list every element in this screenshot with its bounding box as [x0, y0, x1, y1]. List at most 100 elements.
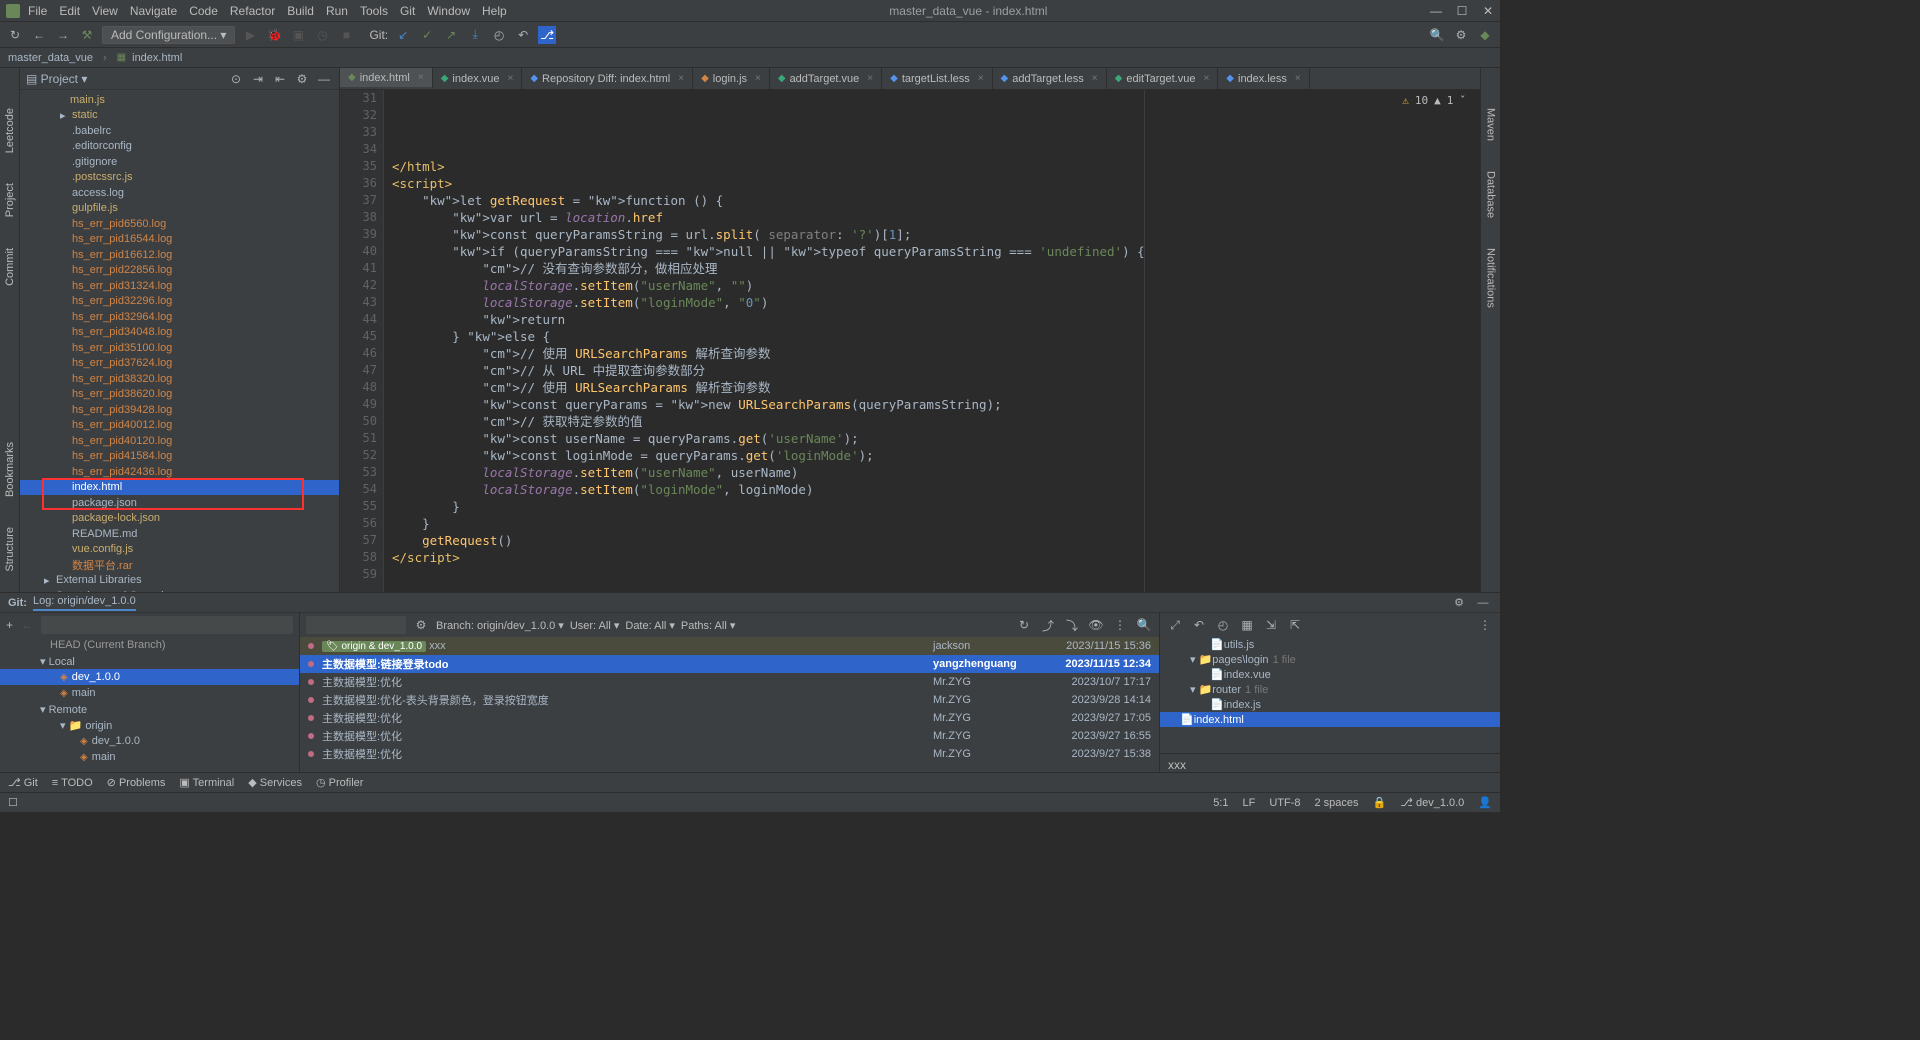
branch-group[interactable]: ▾ Remote: [0, 701, 299, 717]
tree-item[interactable]: index.html: [20, 480, 339, 496]
editor-tab[interactable]: ◆editTarget.vue×: [1107, 68, 1219, 89]
tree-item[interactable]: .postcssrc.js: [20, 170, 339, 186]
head-branch[interactable]: HEAD (Current Branch): [0, 637, 299, 653]
status-branch[interactable]: ⎇ dev_1.0.0: [1400, 796, 1464, 809]
locate-icon[interactable]: ⊙: [227, 70, 245, 88]
branch-group[interactable]: ▾ Local: [0, 653, 299, 669]
ide-icon[interactable]: ◆: [1476, 26, 1494, 44]
branch-item[interactable]: ◈ main: [0, 685, 299, 701]
commit-row[interactable]: 🏷 origin & dev_1.0.0 xxxjackson2023/11/1…: [300, 637, 1159, 655]
changed-file[interactable]: ▾ 📁 router 1 file: [1160, 682, 1500, 697]
menu-git[interactable]: Git: [400, 4, 415, 18]
menu-view[interactable]: View: [92, 4, 118, 18]
tool-maven[interactable]: Maven: [1485, 108, 1497, 141]
settings-icon[interactable]: ⚙: [1452, 26, 1470, 44]
tool-bookmarks[interactable]: Bookmarks: [4, 442, 16, 497]
close-icon[interactable]: ✕: [1482, 4, 1494, 18]
git-log-tab[interactable]: Log: origin/dev_1.0.0: [33, 595, 136, 611]
run-config-dropdown[interactable]: Add Configuration... ▾: [102, 26, 235, 44]
tree-item[interactable]: ▸ External Libraries: [20, 573, 339, 589]
tree-item[interactable]: hs_err_pid40120.log: [20, 433, 339, 449]
branch-item[interactable]: ◈ dev_1.0.0: [0, 733, 299, 749]
commit-list[interactable]: 🏷 origin & dev_1.0.0 xxxjackson2023/11/1…: [300, 637, 1159, 772]
commit-filter-icon[interactable]: ⚙: [412, 616, 430, 634]
history-file-icon[interactable]: ◴: [1214, 616, 1232, 634]
tree-item[interactable]: hs_err_pid34048.log: [20, 325, 339, 341]
tool-leetcode[interactable]: Leetcode: [4, 108, 16, 153]
menu-navigate[interactable]: Navigate: [130, 4, 177, 18]
menu-refactor[interactable]: Refactor: [230, 4, 275, 18]
editor-tab[interactable]: ◆addTarget.vue×: [770, 68, 882, 89]
tree-item[interactable]: hs_err_pid32964.log: [20, 309, 339, 325]
back-icon[interactable]: ←: [30, 26, 48, 44]
commit-row[interactable]: 主数据模型:优化Mr.ZYG2023/10/7 17:17: [300, 673, 1159, 691]
tool-notifications[interactable]: Notifications: [1485, 248, 1497, 308]
files-more-icon[interactable]: ⋮: [1476, 616, 1494, 634]
sync-icon[interactable]: ↻: [6, 26, 24, 44]
status-line-sep[interactable]: LF: [1242, 797, 1255, 809]
git-hide-icon[interactable]: —: [1474, 594, 1492, 612]
editor-tab[interactable]: ◆index.vue×: [433, 68, 523, 89]
menu-window[interactable]: Window: [427, 4, 470, 18]
tree-item[interactable]: ▸ static: [20, 108, 339, 124]
fwd-icon[interactable]: →: [54, 26, 72, 44]
tree-item[interactable]: hs_err_pid40012.log: [20, 418, 339, 434]
diff-icon[interactable]: ⤢: [1166, 616, 1184, 634]
editor-tab[interactable]: ◆Repository Diff: index.html×: [522, 68, 693, 89]
editor-tab[interactable]: ◆index.less×: [1218, 68, 1309, 89]
menu-file[interactable]: File: [28, 4, 47, 18]
branch-back-icon[interactable]: ←: [21, 618, 33, 632]
tool-database[interactable]: Database: [1485, 171, 1497, 218]
changed-file[interactable]: 📄 index.vue: [1160, 667, 1500, 682]
tool-commit[interactable]: Commit: [4, 248, 16, 286]
git-pull-icon[interactable]: ↙: [394, 26, 412, 44]
tab-close-icon[interactable]: ×: [507, 73, 513, 84]
status-indent[interactable]: 2 spaces: [1315, 797, 1359, 809]
tree-item[interactable]: hs_err_pid32296.log: [20, 294, 339, 310]
status-encoding[interactable]: UTF-8: [1269, 797, 1300, 809]
tw-profiler[interactable]: ◷ Profiler: [316, 776, 364, 789]
stop-icon[interactable]: ■: [337, 26, 355, 44]
tree-item[interactable]: ▸ Scratches and Consoles: [20, 588, 339, 592]
tree-item[interactable]: README.md: [20, 526, 339, 542]
revert-file-icon[interactable]: ↶: [1190, 616, 1208, 634]
filter-date[interactable]: Date: All ▾: [625, 619, 675, 632]
menu-build[interactable]: Build: [287, 4, 314, 18]
run-icon[interactable]: ▶: [241, 26, 259, 44]
expand-files-icon[interactable]: ⇲: [1262, 616, 1280, 634]
status-caret-pos[interactable]: 5:1: [1213, 797, 1228, 809]
changed-files-tree[interactable]: 📄 utils.js▾ 📁 pages\login 1 file📄 index.…: [1160, 637, 1500, 753]
git-push-icon[interactable]: ↗: [442, 26, 460, 44]
tree-item[interactable]: hs_err_pid6560.log: [20, 216, 339, 232]
tab-close-icon[interactable]: ×: [867, 73, 873, 84]
editor-tab[interactable]: ◆login.js×: [693, 68, 770, 89]
tw-git[interactable]: ⎇ Git: [8, 776, 38, 789]
tree-item[interactable]: .babelrc: [20, 123, 339, 139]
menu-tools[interactable]: Tools: [360, 4, 388, 18]
tree-item[interactable]: hs_err_pid16612.log: [20, 247, 339, 263]
branch-plus-icon[interactable]: +: [6, 618, 13, 632]
commit-row[interactable]: 主数据模型:优化Mr.ZYG2023/9/27 17:05: [300, 709, 1159, 727]
tab-close-icon[interactable]: ×: [418, 72, 424, 83]
group-icon[interactable]: ▦: [1238, 616, 1256, 634]
editor-tab[interactable]: ◆addTarget.less×: [993, 68, 1107, 89]
tree-item[interactable]: vue.config.js: [20, 542, 339, 558]
tab-close-icon[interactable]: ×: [978, 73, 984, 84]
man-icon[interactable]: 👤: [1478, 796, 1492, 809]
tab-close-icon[interactable]: ×: [678, 73, 684, 84]
editor-tab[interactable]: ◆index.html×: [340, 68, 433, 89]
tree-item[interactable]: .gitignore: [20, 154, 339, 170]
git-history-icon[interactable]: ◴: [490, 26, 508, 44]
tab-close-icon[interactable]: ×: [1092, 73, 1098, 84]
tree-item[interactable]: main.js: [20, 92, 339, 108]
tree-item[interactable]: hs_err_pid41584.log: [20, 449, 339, 465]
tw-services[interactable]: ◆ Services: [248, 776, 302, 789]
filter-branch[interactable]: Branch: origin/dev_1.0.0 ▾: [436, 619, 564, 632]
collapse-files-icon[interactable]: ⇱: [1286, 616, 1304, 634]
tree-item[interactable]: hs_err_pid42436.log: [20, 464, 339, 480]
tree-item[interactable]: gulpfile.js: [20, 201, 339, 217]
branch-item[interactable]: ◈ main: [0, 749, 299, 765]
tree-item[interactable]: package.json: [20, 495, 339, 511]
tab-close-icon[interactable]: ×: [1203, 73, 1209, 84]
menu-edit[interactable]: Edit: [59, 4, 80, 18]
